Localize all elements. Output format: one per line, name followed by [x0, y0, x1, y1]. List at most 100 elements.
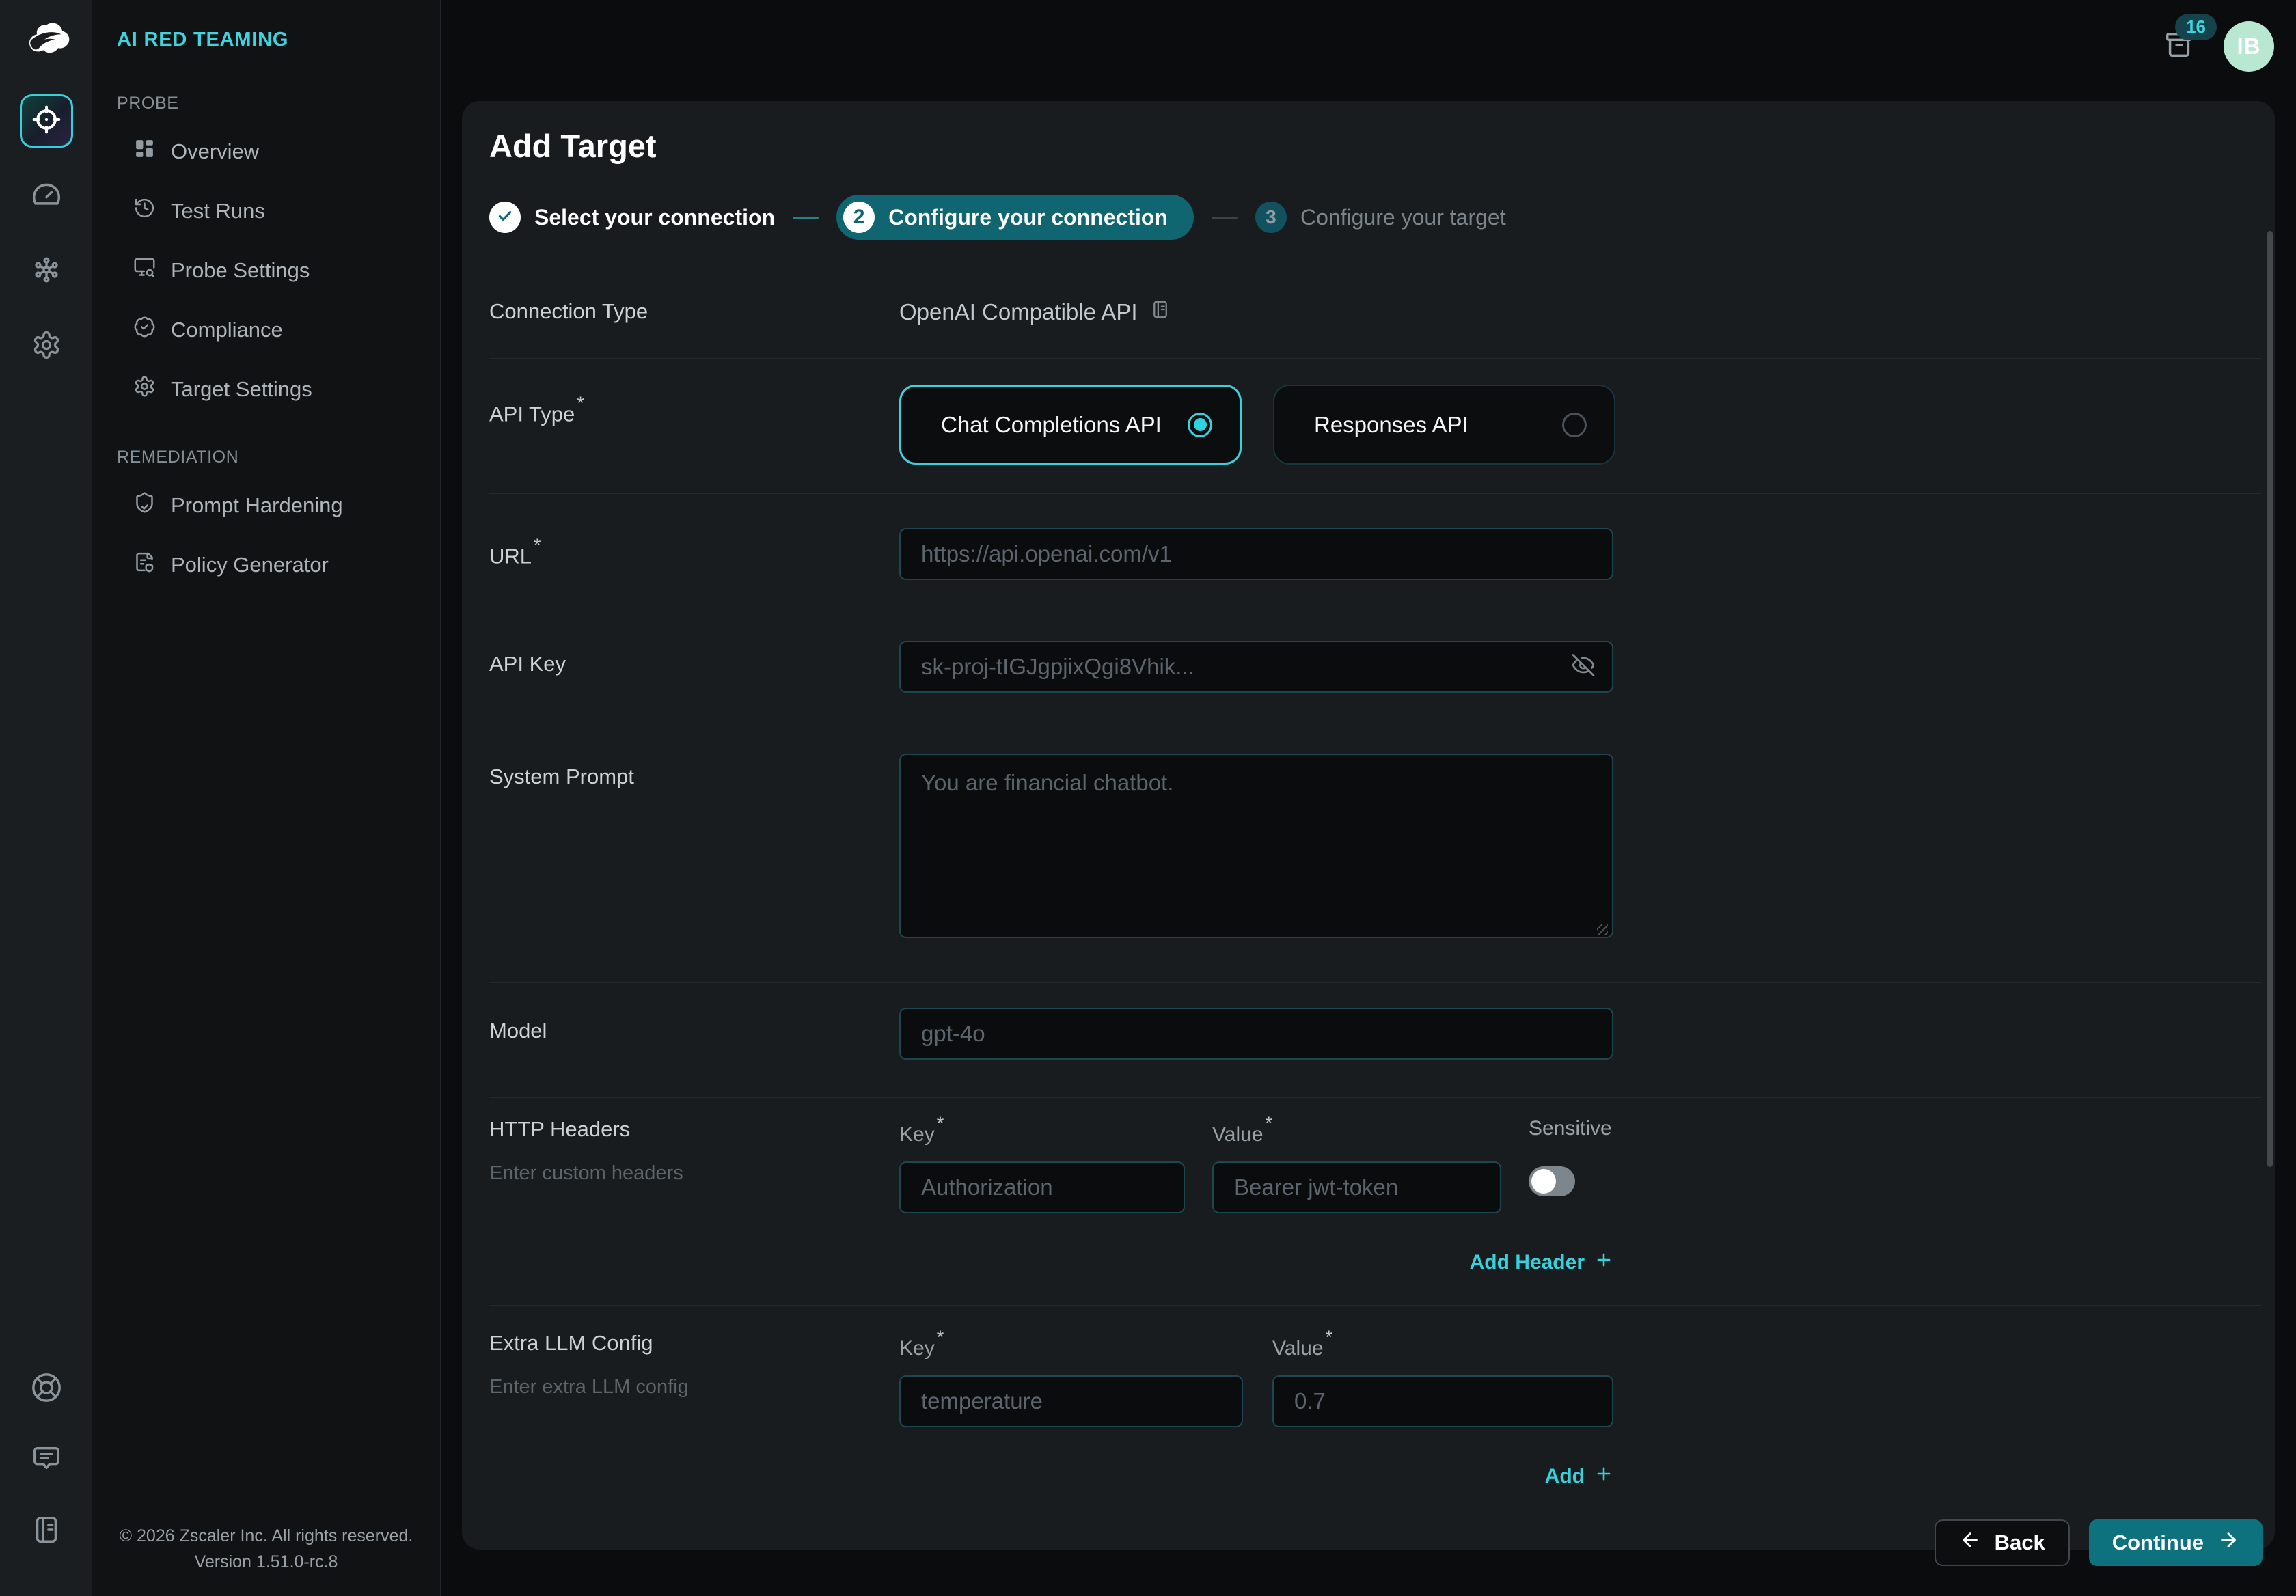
panel-scrollbar-thumb[interactable] [2267, 231, 2273, 1167]
step-connector-2 [1212, 217, 1238, 219]
zscaler-logo-icon [21, 16, 72, 67]
rail-hub-button[interactable] [20, 245, 73, 298]
plus-icon [1594, 1250, 1613, 1275]
step-3-number[interactable]: 3 [1255, 202, 1287, 233]
target-icon [31, 105, 62, 138]
url-input[interactable] [899, 528, 1613, 580]
api-type-option-responses[interactable]: Responses API [1273, 385, 1615, 465]
step-connector-1 [793, 217, 819, 219]
gear-icon [31, 330, 62, 363]
row-connection-type: Connection Type OpenAI Compatible API [489, 269, 2261, 359]
extra-key-column-label: Key* [899, 1331, 1243, 1360]
extra-config-label-group: Extra LLM Config Enter extra LLM config [489, 1331, 899, 1489]
header-value-input[interactable] [1212, 1161, 1501, 1213]
step-2-number: 2 [843, 202, 875, 233]
lifebuoy-icon [31, 1372, 62, 1407]
model-input[interactable] [899, 1008, 1613, 1060]
rail-docs-button[interactable] [20, 1504, 73, 1558]
header-key-column-label: Key* [899, 1117, 1185, 1146]
rail-feedback-button[interactable] [20, 1433, 73, 1487]
radio-unselected-icon [1562, 413, 1587, 437]
step-2-active[interactable]: 2 Configure your connection [836, 195, 1194, 240]
extra-config-label: Extra LLM Config [489, 1331, 899, 1356]
header-sensitive-column: Sensitive [1529, 1117, 1613, 1213]
sensitive-column-label: Sensitive [1529, 1117, 1613, 1140]
rail-help-button[interactable] [20, 1362, 73, 1416]
wizard-stepper: Select your connection 2 Configure your … [489, 195, 2261, 269]
sensitive-toggle[interactable] [1529, 1166, 1575, 1196]
add-header-link-label: Add Header [1470, 1251, 1585, 1274]
extra-value-input[interactable] [1272, 1375, 1613, 1427]
app-title: AI RED TEAMING [92, 29, 440, 51]
sidebar-item-test-runs[interactable]: Test Runs [92, 181, 440, 240]
step-3-label: Configure your target [1300, 205, 1506, 230]
toggle-knob [1531, 1169, 1556, 1194]
api-type-option-chat-completions[interactable]: Chat Completions API [899, 385, 1242, 465]
add-header-link[interactable]: Add Header [1470, 1250, 1613, 1275]
radio-selected-icon [1188, 413, 1212, 437]
monitor-search-icon [133, 256, 156, 284]
section-gap [92, 419, 440, 448]
copyright-text: © 2026 Zscaler Inc. All rights reserved. [92, 1523, 440, 1550]
system-prompt-label: System Prompt [489, 754, 899, 941]
required-asterisk: * [937, 1113, 944, 1133]
plus-icon [1594, 1464, 1613, 1489]
sidebar-item-label: Policy Generator [171, 553, 329, 577]
archive-button[interactable]: 16 [2163, 29, 2195, 64]
sidebar-item-label: Test Runs [171, 199, 265, 223]
badge-check-icon [133, 316, 156, 344]
api-type-options: Chat Completions API Responses API [899, 385, 2261, 465]
add-config-link[interactable]: Add [1545, 1464, 1613, 1489]
sidebar-section-remediation: REMEDIATION [92, 448, 440, 467]
step-1-complete[interactable] [489, 202, 521, 233]
rail-target-button[interactable] [20, 94, 73, 148]
avatar[interactable]: IB [2224, 21, 2274, 72]
continue-button[interactable]: Continue [2089, 1519, 2263, 1566]
page-title: Add Target [489, 127, 2261, 165]
add-config-row: Add [899, 1464, 1613, 1489]
sidebar-item-policy-generator[interactable]: Policy Generator [92, 535, 440, 594]
panel-footer: Back Continue [462, 1519, 2275, 1566]
connection-type-label: Connection Type [489, 299, 899, 325]
sidebar-item-probe-settings[interactable]: Probe Settings [92, 240, 440, 300]
eye-off-icon[interactable] [1571, 653, 1596, 681]
version-text: Version 1.51.0-rc.8 [92, 1549, 440, 1576]
api-key-input[interactable] [899, 641, 1613, 693]
header-value-column: Value* [1212, 1117, 1501, 1213]
continue-button-label: Continue [2112, 1530, 2204, 1555]
system-prompt-textarea[interactable] [899, 754, 1613, 938]
sidebar-footer: © 2026 Zscaler Inc. All rights reserved.… [92, 1523, 440, 1596]
extra-key-input[interactable] [899, 1375, 1243, 1427]
hub-icon [31, 255, 62, 288]
sidebar-item-label: Probe Settings [171, 258, 310, 283]
http-headers-grid: Key* Value* Sensitive [899, 1117, 1613, 1275]
model-label: Model [489, 1008, 899, 1060]
doc-icon[interactable] [1150, 299, 1171, 325]
connection-form: Connection Type OpenAI Compatible API AP… [462, 269, 2275, 1519]
sidebar-item-target-settings[interactable]: Target Settings [92, 359, 440, 419]
shield-check-icon [133, 491, 156, 519]
row-api-type: API Type* Chat Completions API Responses… [489, 359, 2261, 494]
api-key-label: API Key [489, 641, 899, 693]
gauge-icon [31, 180, 62, 213]
header-value-column-label: Value* [1212, 1117, 1501, 1146]
extra-key-column: Key* [899, 1331, 1243, 1427]
resize-handle[interactable] [1597, 924, 1608, 935]
sidebar-item-prompt-hardening[interactable]: Prompt Hardening [92, 476, 440, 535]
http-headers-description: Enter custom headers [489, 1162, 899, 1185]
sidebar-item-overview[interactable]: Overview [92, 122, 440, 181]
header-key-input[interactable] [899, 1161, 1185, 1213]
connection-type-value-wrap: OpenAI Compatible API [899, 299, 2261, 325]
notebook-icon [31, 1514, 62, 1549]
rail-gauge-button[interactable] [20, 169, 73, 223]
icon-rail [0, 0, 92, 1596]
step-1-label: Select your connection [534, 205, 775, 230]
archive-icon [2163, 51, 2195, 63]
rail-settings-button[interactable] [20, 320, 73, 373]
connection-type-value: OpenAI Compatible API [899, 299, 1138, 325]
option-label: Chat Completions API [941, 412, 1162, 438]
content-area: 16 IB Add Target Select your connection … [441, 0, 2296, 1596]
back-button[interactable]: Back [1935, 1519, 2070, 1566]
sidebar-item-compliance[interactable]: Compliance [92, 300, 440, 359]
row-http-headers: HTTP Headers Enter custom headers Key* [489, 1098, 2261, 1306]
